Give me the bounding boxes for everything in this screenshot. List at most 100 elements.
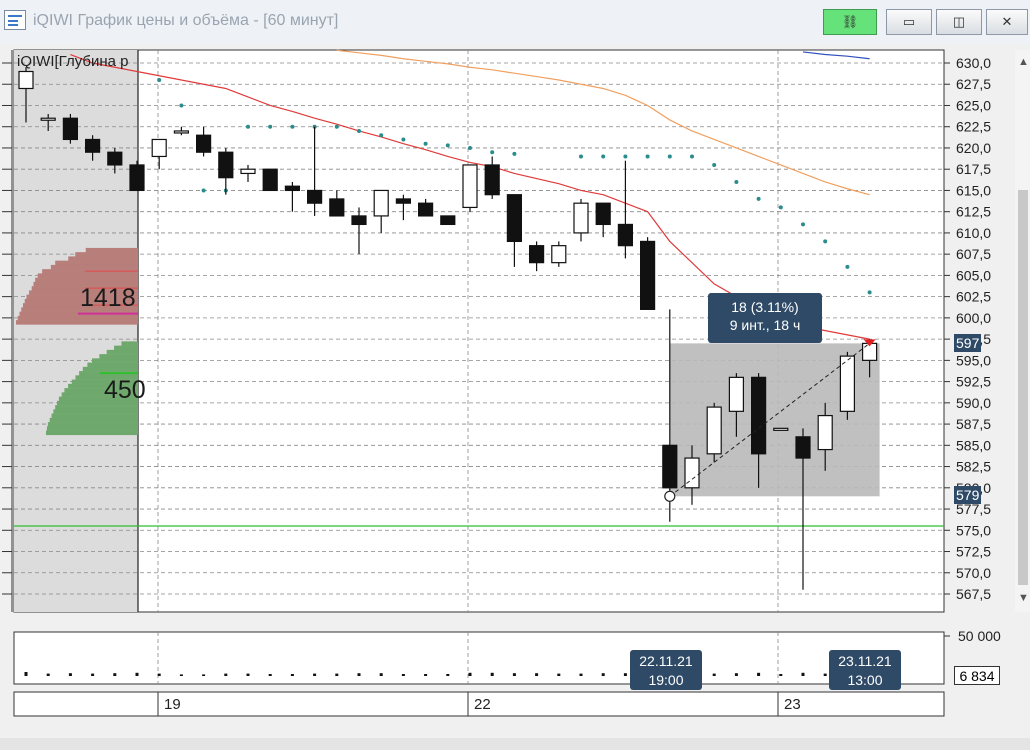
- candle-body: [395, 198, 411, 204]
- measure-start-point: [664, 490, 676, 502]
- price-tick-label: 587,5: [956, 416, 991, 432]
- psar-dot: [379, 133, 384, 138]
- scroll-up-icon[interactable]: ▲: [1018, 56, 1029, 68]
- psar-dot: [690, 154, 694, 159]
- volume-bar: [490, 672, 494, 676]
- candle: [262, 168, 278, 192]
- crosshair-date-label: 23.11.21 13:00: [829, 650, 901, 690]
- depth-sell-bar: [16, 320, 138, 325]
- volume-bar: [512, 673, 516, 676]
- price-tick-label: 620,0: [956, 140, 991, 156]
- candle-body: [218, 151, 234, 179]
- depth-buy-bar: [99, 354, 138, 359]
- candle-body: [484, 164, 500, 196]
- psar-dot: [179, 103, 184, 108]
- candle-body: [795, 436, 811, 459]
- volume-bar: [623, 673, 627, 676]
- low-price-tag: 579: [954, 486, 982, 504]
- depth-title: iQIWI[Глубина р: [17, 53, 129, 70]
- volume-bar: [113, 673, 117, 676]
- volume-tick-label: 50 000: [958, 628, 1001, 644]
- candle-body: [196, 134, 212, 153]
- candle-body: [373, 189, 389, 217]
- candle-body: [773, 427, 789, 431]
- volume-bar: [401, 674, 405, 676]
- depth-buy-bar: [46, 426, 138, 431]
- volume-bar: [357, 673, 361, 676]
- volume-bar: [734, 673, 738, 676]
- volume-bar: [268, 674, 272, 676]
- price-tick-label: 592,5: [956, 374, 991, 390]
- volume-bar: [379, 673, 383, 676]
- scrollbar-thumb[interactable]: [1018, 190, 1028, 585]
- candle-body: [528, 245, 545, 264]
- psar-dot: [357, 128, 361, 133]
- psar-dot: [290, 124, 295, 129]
- horizontal-scrollbar[interactable]: [0, 738, 1030, 750]
- candle: [706, 402, 722, 463]
- current-volume-tag: 6 834: [954, 666, 1000, 685]
- candle: [129, 160, 145, 192]
- price-tick-label: 607,5: [956, 246, 991, 262]
- candle-body: [750, 376, 767, 455]
- price-tick-label: 570,0: [956, 565, 991, 581]
- candle: [551, 241, 567, 267]
- psar-dot: [645, 154, 650, 159]
- depth-buy-value: 450: [104, 376, 146, 404]
- candle-body: [84, 138, 101, 153]
- price-tick-label: 610,0: [956, 225, 991, 241]
- psar-dot: [756, 196, 761, 201]
- depth-buy-bar: [114, 345, 138, 351]
- volume-bar: [313, 673, 317, 676]
- volume-bar: [468, 672, 472, 676]
- psar-dot: [468, 145, 472, 150]
- price-tick-label: 567,5: [956, 586, 991, 602]
- candle-body: [418, 202, 434, 217]
- candle: [839, 351, 856, 420]
- volume-bar: [579, 673, 583, 676]
- volume-bar: [91, 673, 95, 676]
- psar-dot: [623, 154, 628, 159]
- volume-bar: [446, 674, 450, 676]
- depth-sell-bar: [17, 315, 138, 321]
- candle-body: [462, 164, 478, 209]
- candle-body: [62, 117, 79, 141]
- price-tick-label: 575,0: [956, 522, 991, 538]
- volume-bar: [68, 673, 72, 676]
- date-label: 19: [164, 696, 181, 713]
- depth-buy-bar: [47, 422, 139, 427]
- date-label: 23: [784, 696, 801, 713]
- price-tick-label: 572,5: [956, 544, 991, 560]
- measure-tooltip: 18 (3.11%) 9 инт., 18 ч: [708, 293, 822, 343]
- crosshair-date-label: 22.11.21 19:00: [630, 650, 702, 690]
- price-volume-chart[interactable]: 630,0 627,5 625,0 622,5 620,0 617,5 615,0 612,5…: [0, 0, 1030, 750]
- psar-dot: [712, 162, 717, 167]
- candle-body: [129, 164, 145, 192]
- scroll-down-icon[interactable]: ▼: [1018, 592, 1029, 604]
- volume-bar: [24, 672, 28, 676]
- candle-body: [817, 414, 833, 451]
- crosshair-time: 19:00: [648, 672, 684, 688]
- depth-sell-bar: [85, 247, 138, 253]
- depth-buy-bar: [121, 341, 138, 346]
- psar-dot: [423, 141, 428, 146]
- candle-body: [329, 198, 345, 217]
- psar-dot: [201, 188, 206, 193]
- depth-sell-bar: [35, 277, 138, 283]
- psar-dot: [667, 154, 672, 159]
- crosshair-date: 23.11.21: [838, 653, 892, 669]
- volume-bar: [202, 674, 206, 676]
- volume-panel: [13, 631, 945, 685]
- price-tick-label: 622,5: [956, 119, 991, 135]
- psar-dot: [445, 143, 450, 148]
- price-tick-label: 612,5: [956, 204, 991, 220]
- psar-dot: [734, 179, 739, 184]
- volume-bar: [757, 672, 761, 676]
- candle-body: [107, 151, 123, 166]
- depth-buy-bar: [82, 366, 138, 372]
- volume-bar: [290, 674, 294, 676]
- candle-body: [18, 70, 34, 90]
- depth-buy-bar: [51, 413, 138, 419]
- volume-bar: [557, 673, 561, 676]
- depth-sell-bar: [75, 252, 138, 257]
